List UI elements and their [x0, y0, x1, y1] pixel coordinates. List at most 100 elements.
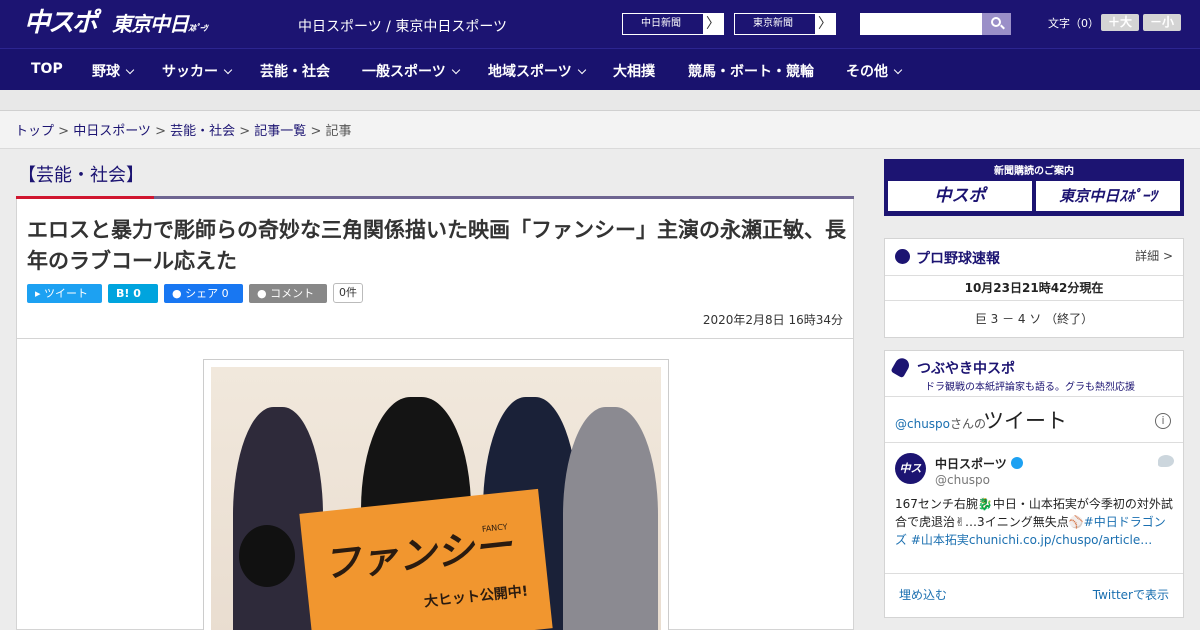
embed-link[interactable]: 埋め込む [899, 586, 947, 603]
tweet-text: 167センチ右腕🐉中日・山本拓実が今季初の対外試合で虎退治✌…3イニング無失点⚾… [895, 495, 1177, 549]
font-increase-button[interactable]: ＋大 [1101, 14, 1139, 31]
ad-band [0, 90, 1200, 111]
nav-top[interactable]: TOP [31, 61, 63, 77]
tokyo-chunichi-logo-text: 東京中日 [112, 12, 189, 36]
subscription-banner: 新聞購読のご案内 中スポ 東京中日ｽﾎﾟｰﾂ [884, 159, 1184, 216]
main-nav: TOP 野球 サッカー 芸能・社会 一般スポーツ 地域スポーツ 大相撲 競馬・ボ… [0, 48, 1200, 90]
sign-subtitle: 大ヒット公開中! [423, 583, 529, 611]
facebook-icon: ● [172, 287, 182, 300]
nav-soccer-label: サッカー [162, 64, 218, 80]
tweets-handle-link: @chuspo [895, 417, 951, 431]
movie-sign: ファンシー FANCY 大ヒット公開中! [299, 488, 553, 630]
divider [885, 300, 1183, 301]
penguin-figure [239, 525, 295, 587]
nav-racing[interactable]: 競馬・ボート・競輪 [688, 61, 814, 81]
top-header: 中スポ 東京中日ｽﾎﾟｰﾂ 中日スポーツ / 東京中日スポーツ 中日新聞 〉 東… [0, 0, 1200, 48]
breadcrumb-article-list[interactable]: 記事一覧 [254, 124, 306, 139]
info-icon[interactable]: i [1155, 413, 1171, 429]
comment-button[interactable]: ● コメント [249, 284, 327, 303]
article-panel: エロスと暴力で彫師らの奇妙な三角関係描いた映画「ファンシー」主演の永瀬正敏、長年… [16, 199, 854, 630]
category-heading: 【芸能・社会】 [18, 165, 144, 186]
breadcrumb: トップ > 中日スポーツ > 芸能・社会 > 記事一覧 > 記事 [0, 111, 1200, 149]
nav-other[interactable]: その他 [846, 61, 903, 81]
tweets-handle-suffix: さんの [950, 417, 987, 431]
comment-count: 0件 [333, 283, 363, 303]
hatena-button[interactable]: B! 0 [108, 284, 158, 303]
nav-sumo-label: 大相撲 [613, 64, 655, 80]
search-icon [991, 17, 1001, 27]
divider [885, 396, 1183, 397]
chuspo-logo[interactable]: 中スポ [24, 8, 98, 38]
baseball-score[interactable]: 巨 3 － 4 ソ （終了） [885, 310, 1183, 327]
twitter-widget: つぶやき中スポ ドラ観戦の本紙評論家も語る。グラも熱烈応援 @chuspoさんの… [884, 350, 1184, 618]
tweets-handle[interactable]: @chuspoさんの [895, 415, 986, 432]
person-4 [563, 407, 658, 630]
chevron-down-icon [893, 65, 903, 75]
article-divider [17, 338, 853, 339]
tweet-button[interactable]: ▸ ツイート [27, 284, 102, 303]
nav-entertainment-label: 芸能・社会 [260, 64, 330, 80]
breadcrumb-chuspo[interactable]: 中日スポーツ [73, 124, 151, 139]
subscribe-tokyo-chunichi-button[interactable]: 東京中日ｽﾎﾟｰﾂ [1036, 181, 1180, 211]
divider [885, 573, 1183, 574]
account-name[interactable]: 中日スポーツ [935, 455, 1023, 472]
nav-regional-sports[interactable]: 地域スポーツ [488, 61, 586, 81]
avatar[interactable]: 中スポ [895, 453, 926, 506]
tokyo-shimbun-label: 東京新聞 [753, 18, 793, 29]
nav-top-label: TOP [31, 61, 63, 77]
tweets-word: ツイート [983, 409, 1067, 433]
breadcrumb-sep: > [150, 124, 171, 139]
chunichi-shimbun-link[interactable]: 中日新聞 〉 [622, 13, 724, 35]
font-size-label: 文字（0） [1048, 17, 1099, 30]
photo-scene: ファンシー FANCY 大ヒット公開中! [211, 367, 661, 630]
tweets-subtitle: ドラ観戦の本紙評論家も語る。グラも熱烈応援 [925, 382, 1135, 393]
article-headline: エロスと暴力で彫師らの奇妙な三角関係描いた映画「ファンシー」主演の永瀬正敏、長年… [27, 218, 846, 273]
article-date: 2020年2月8日 16時34分 [702, 313, 843, 327]
breadcrumb-sep: > [235, 124, 255, 139]
search-button[interactable] [982, 13, 1011, 35]
nav-sumo[interactable]: 大相撲 [613, 61, 655, 81]
tokyo-chunichi-logo-small: ｽﾎﾟｰﾂ [188, 24, 207, 34]
site-links[interactable]: 中日スポーツ / 東京中日スポーツ [298, 16, 507, 36]
nav-general-sports-label: 一般スポーツ [362, 64, 446, 80]
nav-baseball-label: 野球 [92, 64, 120, 80]
divider [885, 442, 1183, 443]
account-handle[interactable]: @chuspo [935, 473, 990, 487]
subscription-title: 新聞購読のご案内 [994, 166, 1074, 177]
verified-icon [1010, 457, 1023, 469]
breadcrumb-sep: > [306, 124, 326, 139]
chevron-down-icon [125, 65, 135, 75]
chevron-down-icon [451, 65, 460, 75]
breadcrumb-top[interactable]: トップ [15, 124, 54, 139]
account-name-text: 中日スポーツ [935, 457, 1007, 471]
tokyo-chunichi-logo[interactable]: 東京中日ｽﾎﾟｰﾂ [112, 12, 207, 41]
comment-label: コメント [270, 287, 315, 300]
facebook-share-button[interactable]: ● シェア 0 [164, 284, 243, 303]
chevron-right-icon: 〉 [815, 14, 835, 34]
comment-icon: ● [257, 287, 267, 300]
font-decrease-button[interactable]: －小 [1143, 14, 1181, 31]
chunichi-shimbun-label: 中日新聞 [641, 18, 681, 29]
twitter-icon: ▸ [35, 287, 41, 300]
tokyo-shimbun-link[interactable]: 東京新聞 〉 [734, 13, 836, 35]
breadcrumb-entertainment[interactable]: 芸能・社会 [170, 124, 235, 139]
nav-soccer[interactable]: サッカー [162, 61, 233, 81]
nav-general-sports[interactable]: 一般スポーツ [362, 61, 460, 81]
microphone-icon [890, 355, 912, 379]
baseball-scores-widget: プロ野球速報 詳細 > 10月23日21時42分現在 巨 3 － 4 ソ （終了… [884, 238, 1184, 338]
breadcrumb-sep: > [54, 124, 74, 139]
chevron-down-icon [577, 65, 586, 75]
nav-entertainment[interactable]: 芸能・社会 [260, 61, 330, 81]
nav-baseball[interactable]: 野球 [92, 61, 135, 81]
divider [885, 275, 1183, 276]
chevron-right-icon: 〉 [703, 14, 723, 34]
baseball-icon [895, 249, 910, 264]
article-photo[interactable]: ファンシー FANCY 大ヒット公開中! [203, 359, 669, 630]
subscribe-chuspo-button[interactable]: 中スポ [888, 181, 1032, 211]
baseball-title: プロ野球速報 [916, 251, 1000, 267]
tweet-label: ツイート [44, 287, 89, 300]
nav-racing-label: 競馬・ボート・競輪 [688, 64, 814, 80]
view-on-twitter-link[interactable]: Twitterで表示 [1093, 586, 1169, 603]
twitter-bird-icon[interactable] [1158, 455, 1174, 467]
baseball-detail-link[interactable]: 詳細 > [1135, 247, 1173, 264]
